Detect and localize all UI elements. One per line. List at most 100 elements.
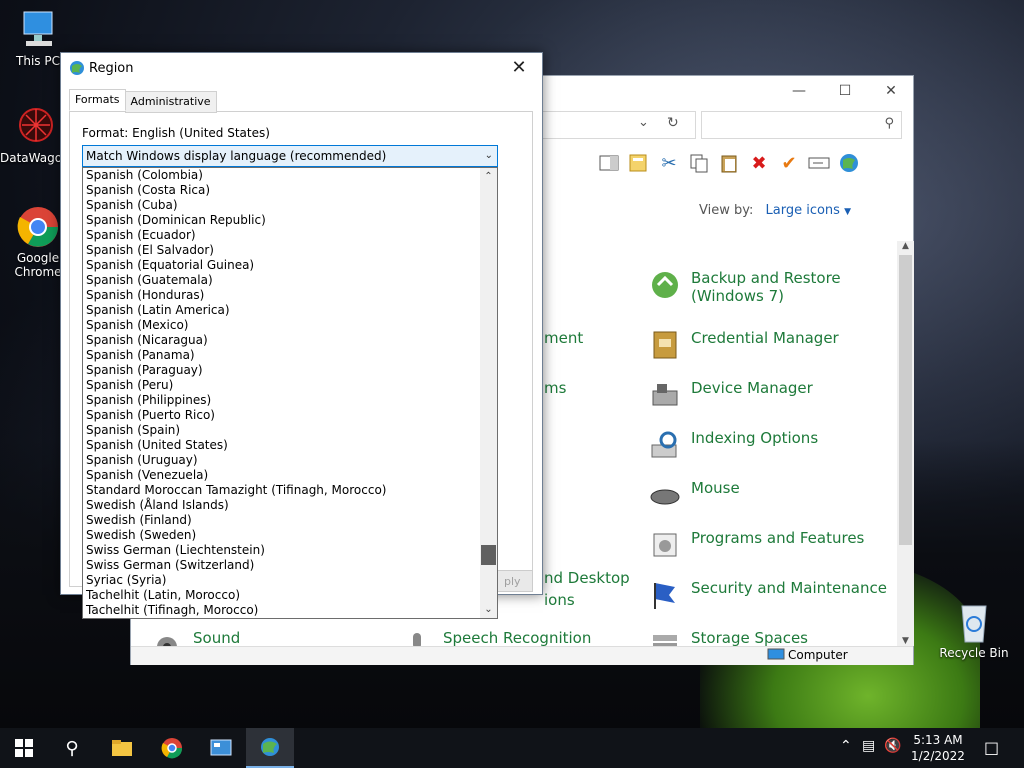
cp-item-security-maintenance[interactable]: Security and Maintenance (649, 579, 887, 611)
cp-item-device-manager[interactable]: Device Manager (649, 379, 813, 411)
close-button[interactable]: ✕ (868, 76, 914, 106)
chevron-down-icon[interactable]: ⌄ (480, 601, 497, 618)
dropdown-item[interactable]: Spanish (Venezuela) (83, 468, 497, 483)
dropdown-item[interactable]: Spanish (El Salvador) (83, 243, 497, 258)
dropdown-item[interactable]: Spanish (Peru) (83, 378, 497, 393)
dropdown-item[interactable]: Spanish (Philippines) (83, 393, 497, 408)
dropdown-item[interactable]: Spanish (Uruguay) (83, 453, 497, 468)
clock-time: 5:13 AM (913, 733, 963, 747)
cp-item-label: Speech Recognition (443, 629, 592, 647)
dropdown-item[interactable]: Swiss German (Liechtenstein) (83, 543, 497, 558)
volume-muted-icon[interactable]: 🔇 (884, 738, 901, 754)
scrollbar-thumb[interactable] (481, 545, 496, 565)
minimize-button[interactable]: — (776, 76, 822, 106)
dropdown-item[interactable]: Swedish (Finland) (83, 513, 497, 528)
network-icon[interactable]: ▤ (862, 738, 875, 754)
search-button[interactable]: ⚲ (48, 728, 96, 768)
maximize-button[interactable]: ☐ (822, 76, 868, 106)
search-box[interactable]: ⚲ (701, 111, 902, 139)
cp-item-credential-manager[interactable]: Credential Manager (649, 329, 839, 361)
vertical-scrollbar[interactable]: ▲ ▼ (897, 241, 914, 646)
taskbar-file-explorer[interactable] (98, 728, 146, 768)
preview-pane-icon[interactable] (596, 150, 622, 176)
chevron-down-icon[interactable]: ⌄ (638, 115, 649, 130)
dropdown-item[interactable]: Spanish (Latin America) (83, 303, 497, 318)
view-by-dropdown[interactable]: Large icons (766, 203, 840, 218)
dropdown-item[interactable]: Spanish (Cuba) (83, 198, 497, 213)
clock[interactable]: 5:13 AM 1/2/2022 (905, 732, 971, 764)
dropdown-item[interactable]: Spanish (Costa Rica) (83, 183, 497, 198)
dropdown-item[interactable]: Spanish (Dominican Republic) (83, 213, 497, 228)
cp-item-partial[interactable]: nd Desktop (544, 569, 630, 587)
dropdown-item[interactable]: Spanish (Equatorial Guinea) (83, 258, 497, 273)
paste-icon[interactable] (716, 150, 742, 176)
chevron-up-icon[interactable]: ⌃ (480, 168, 497, 185)
dropdown-item[interactable]: Tachelhit (Tifinagh, Morocco) (83, 603, 497, 618)
folder-icon (112, 740, 132, 756)
dropdown-item[interactable]: Spanish (Panama) (83, 348, 497, 363)
rename-icon[interactable] (806, 150, 832, 176)
cp-item-partial[interactable]: ment (544, 329, 583, 347)
dropdown-item[interactable]: Spanish (Spain) (83, 423, 497, 438)
dropdown-item[interactable]: Swedish (Sweden) (83, 528, 497, 543)
globe-icon[interactable] (836, 150, 862, 176)
dropdown-item[interactable]: Spanish (Honduras) (83, 288, 497, 303)
notification-icon[interactable]: □ (984, 738, 999, 757)
dropdown-item[interactable]: Spanish (United States) (83, 438, 497, 453)
cp-item-partial[interactable]: ions (544, 591, 575, 609)
dropdown-item[interactable]: Spanish (Guatemala) (83, 273, 497, 288)
refresh-icon[interactable]: ↻ (667, 115, 679, 131)
dropdown-item[interactable]: Syriac (Syria) (83, 573, 497, 588)
apply-button[interactable]: ply (493, 570, 533, 592)
start-button[interactable] (0, 728, 48, 768)
scrollbar-thumb[interactable] (899, 255, 912, 545)
taskbar-control-panel[interactable] (197, 728, 245, 768)
format-dropdown-list[interactable]: Spanish (Colombia) Spanish (Costa Rica) Sp… (82, 167, 498, 619)
cp-item-partial[interactable]: ms (544, 379, 566, 397)
desktop-icon-label: Recycle Bin (939, 646, 1009, 660)
copy-icon[interactable] (686, 150, 712, 176)
check-icon[interactable]: ✔ (776, 150, 802, 176)
chrome-icon (161, 738, 183, 759)
desktop-icon-recycle-bin[interactable]: Recycle Bin (938, 600, 1010, 660)
chevron-down-icon[interactable]: ▼ (844, 207, 851, 217)
cp-item-indexing-options[interactable]: Indexing Options (649, 429, 818, 461)
delete-icon[interactable]: ✖ (746, 150, 772, 176)
dropdown-item[interactable]: Spanish (Nicaragua) (83, 333, 497, 348)
cp-item-mouse[interactable]: Mouse (649, 479, 740, 511)
dropdown-item[interactable]: Spanish (Colombia) (83, 168, 497, 183)
format-combobox[interactable]: Match Windows display language (recommen… (82, 145, 498, 167)
address-bar[interactable]: ⌄ ↻ (541, 111, 696, 139)
search-icon: ⚲ (884, 116, 894, 131)
chevron-down-icon[interactable]: ⌄ (485, 146, 493, 166)
tab-formats[interactable]: Formats (69, 89, 126, 111)
chevron-up-icon[interactable]: ⌃ (840, 738, 852, 754)
dropdown-item[interactable]: Spanish (Ecuador) (83, 228, 497, 243)
clock-date: 1/2/2022 (911, 749, 965, 763)
dropdown-item[interactable]: Standard Moroccan Tamazight (Tifinagh, M… (83, 483, 497, 498)
properties-icon[interactable] (626, 150, 652, 176)
scroll-down-icon[interactable]: ▼ (897, 636, 914, 646)
taskbar-region[interactable] (246, 728, 294, 768)
close-button[interactable]: ✕ (504, 57, 534, 78)
dropdown-scrollbar[interactable]: ⌃ ⌄ (480, 168, 497, 618)
dropdown-item[interactable]: Tachelhit (Latin, Morocco) (83, 588, 497, 603)
cut-icon[interactable]: ✂ (656, 150, 682, 176)
view-by: View by: Large icons ▼ (699, 203, 851, 218)
dropdown-item[interactable]: Swedish (Åland Islands) (83, 498, 497, 513)
tab-administrative[interactable]: Administrative (124, 91, 217, 113)
cp-item-programs-features[interactable]: Programs and Features (649, 529, 864, 561)
dropdown-item[interactable]: Spanish (Puerto Rico) (83, 408, 497, 423)
windows-icon (15, 739, 33, 757)
cp-item-backup-restore[interactable]: Backup and Restore (Windows 7) (649, 269, 869, 305)
credential-icon (649, 329, 681, 361)
dropdown-item[interactable]: Spanish (Paraguay) (83, 363, 497, 378)
cp-item-label: ment (544, 329, 584, 347)
scroll-up-icon[interactable]: ▲ (897, 241, 914, 251)
dropdown-item[interactable]: Swiss German (Switzerland) (83, 558, 497, 573)
cp-item-label: ms (544, 379, 567, 397)
cp-item-label: Indexing Options (691, 429, 819, 447)
control-panel-icon (210, 739, 232, 756)
dropdown-item[interactable]: Spanish (Mexico) (83, 318, 497, 333)
taskbar-chrome[interactable] (148, 728, 196, 768)
